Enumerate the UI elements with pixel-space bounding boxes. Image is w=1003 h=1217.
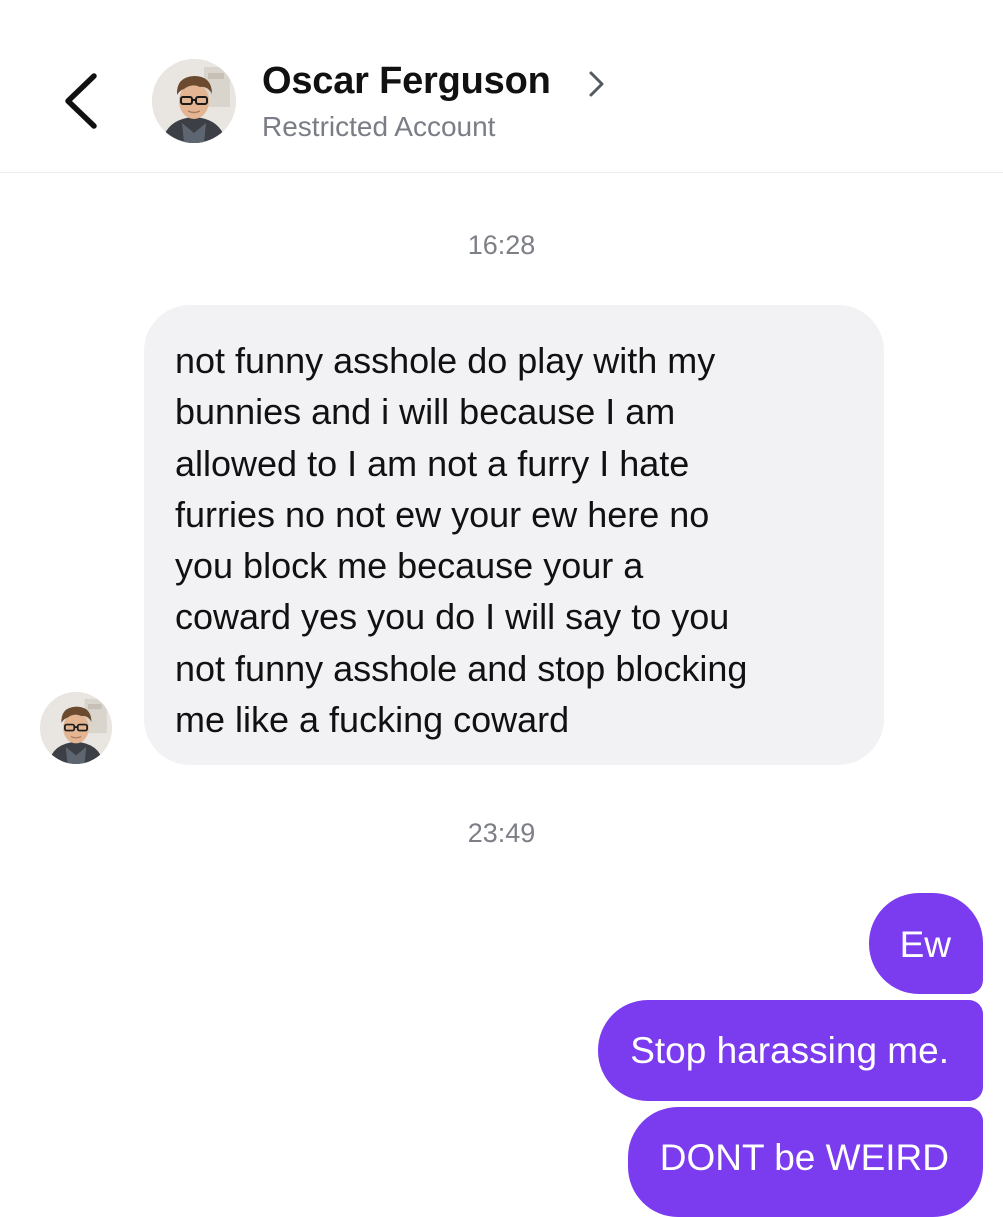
profile-photo-icon [152,59,236,143]
sender-avatar[interactable] [40,692,112,764]
incoming-message-bubble[interactable]: not funny asshole do play with my bunnie… [144,305,884,765]
outgoing-message-bubble[interactable]: Ew [868,893,983,994]
message-line: not funny asshole do play with my [175,340,716,381]
timestamp: 16:28 [467,230,536,260]
message-line: not funny asshole and stop blocking [175,647,748,689]
outgoing-message-bubble[interactable]: DONT be WEIRD [627,1107,983,1217]
conversation-header: Oscar Ferguson Restricted Account [0,0,1003,173]
message-line: me like a fucking coward [175,699,570,741]
back-button[interactable] [56,66,106,136]
timestamp: 23:49 [467,818,536,848]
message-line: furries no not ew your ew here no [175,493,710,535]
chevron-right-icon [589,71,604,97]
profile-photo-icon [40,692,112,764]
message-line: you block me because your a [175,545,644,587]
account-status: Restricted Account [262,111,496,142]
contact-name[interactable]: Oscar Ferguson [262,60,551,103]
outgoing-message-bubble[interactable]: Stop harassing me. [598,1000,983,1101]
chevron-left-icon [65,73,97,129]
contact-details-chevron[interactable] [586,68,608,100]
message-line: allowed to I am not a furry I hate [175,442,690,484]
message-line: bunnies and i will because I am [175,391,676,433]
message-line: coward yes you do I will say to you [175,596,730,638]
contact-avatar[interactable] [152,59,236,143]
